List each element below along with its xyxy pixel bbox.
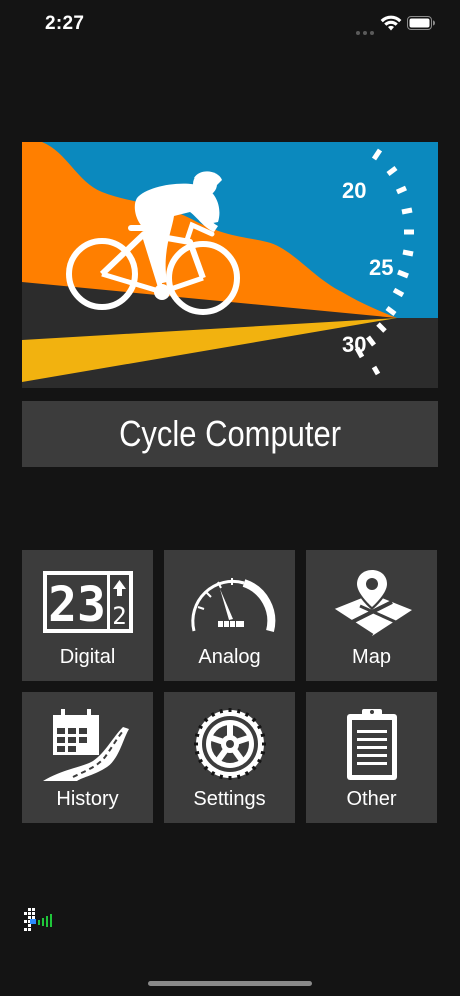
app-screen: 2:27 20 25 30 Cycle Computer 23 2 Digita… [0, 0, 460, 996]
other-button[interactable]: Other [306, 692, 437, 823]
home-indicator[interactable] [148, 981, 312, 986]
map-label: Map [352, 646, 391, 668]
settings-label: Settings [193, 788, 266, 810]
speed-label-25: 25 [369, 255, 393, 280]
signal-dots-icon [356, 22, 377, 40]
chainring-gear-icon [193, 708, 266, 780]
digital-icon-gear: 2 [112, 602, 126, 630]
other-label: Other [346, 788, 397, 810]
speed-label-20: 20 [342, 178, 366, 203]
settings-button[interactable]: Settings [164, 692, 295, 823]
history-label: History [56, 788, 119, 810]
map-pin-icon [330, 568, 412, 638]
battery-icon [407, 16, 435, 30]
status-bar: 2:27 [0, 0, 460, 52]
status-time: 2:27 [45, 13, 85, 34]
cyclist-speed-illustration: 20 25 30 [22, 142, 438, 388]
hero-banner: 20 25 30 [22, 142, 438, 388]
digital-mode-button[interactable]: 23 2 Digital [22, 550, 153, 681]
clipboard-icon [346, 709, 397, 780]
analog-label: Analog [198, 646, 261, 668]
digital-icon-digits: 23 [48, 577, 106, 633]
digital-label: Digital [59, 646, 116, 668]
history-button[interactable]: History [22, 692, 153, 823]
gps-signal-icon [24, 908, 52, 931]
app-title-bar: Cycle Computer [22, 401, 438, 467]
analog-mode-button[interactable]: Analog [164, 550, 295, 681]
digital-display-icon: 23 2 [42, 571, 133, 633]
wifi-icon [380, 15, 402, 31]
app-title: Cycle Computer [119, 413, 341, 454]
analog-gauge-icon [190, 578, 275, 633]
map-mode-button[interactable]: Map [306, 550, 437, 681]
speed-label-30: 30 [342, 332, 366, 357]
calendar-road-icon [42, 709, 129, 781]
